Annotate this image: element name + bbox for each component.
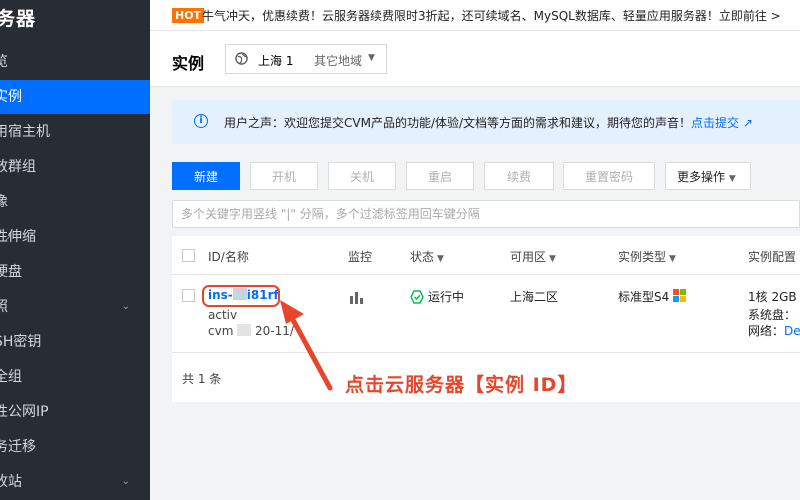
filter-icon[interactable]: ▼ — [669, 254, 676, 264]
sidebar-item-instances[interactable]: 实例 — [0, 80, 150, 114]
notice-message: 用户之声：欢迎您提交CVM产品的功能/体验/文档等方面的需求和建议，期待您的声音… — [224, 116, 692, 130]
network-label: 网络： — [748, 324, 785, 338]
sidebar-item-label: 性伸缩 — [0, 229, 36, 245]
config-cpu-mem: 1核 2GB — [748, 290, 797, 304]
more-actions-dropdown[interactable]: 更多操作 ▼ — [665, 162, 751, 190]
col-status[interactable]: 状态 ▼ — [410, 248, 444, 265]
page-title: 实例 — [172, 54, 205, 73]
sidebar-item-label: 照 — [0, 299, 8, 315]
col-zone-label: 可用区 — [510, 250, 547, 264]
type-text: 标准型S4 — [618, 290, 670, 304]
sidebar-item-placement-group[interactable]: 放群组 — [0, 150, 150, 184]
notice-text: 用户之声：欢迎您提交CVM产品的功能/体验/文档等方面的需求和建议，期待您的声音… — [224, 114, 753, 131]
config-network: 网络：De — [748, 322, 800, 339]
sidebar-item-label: 用宿主机 — [0, 124, 50, 140]
caret-down-icon: ▼ — [728, 174, 736, 184]
sidebar-item-label: 览 — [0, 54, 8, 70]
submit-feedback-label: 点击提交 — [691, 116, 740, 130]
instance-name-text: activ — [208, 308, 238, 322]
current-region: 上海 1 — [258, 54, 294, 68]
config-system-disk: 系统盘： — [748, 308, 797, 322]
reset-password-button[interactable]: 重置密码 — [563, 162, 655, 190]
select-all-checkbox[interactable] — [182, 249, 195, 262]
sidebar-item-label: 放群组 — [0, 159, 36, 175]
info-icon: i — [194, 114, 208, 128]
filter-icon[interactable]: ▼ — [549, 254, 556, 264]
col-monitor: 监控 — [348, 250, 373, 264]
instance-name2-prefix: cvm — [208, 324, 234, 338]
sidebar-item-label: 收站 — [0, 474, 22, 490]
caret-down-icon: ▼ — [368, 53, 375, 63]
other-region-dropdown[interactable]: 其它地域 — [314, 52, 362, 69]
monitor-chart-icon[interactable] — [350, 292, 364, 304]
region-selector[interactable]: 上海 1 其它地域 ▼ — [225, 44, 387, 74]
promo-link[interactable]: 牛气冲天，优惠续费！云服务器续费限时3折起，还可续域名、MySQL数据库、轻量应… — [202, 7, 781, 24]
sidebar: 务器 览 实例 用宿主机 放群组 像 性伸缩↗ 硬盘 照⌄ SH密钥 全组 性公… — [0, 0, 150, 500]
chevron-down-icon: ⌄ — [121, 301, 130, 312]
stop-button[interactable]: 关机 — [328, 162, 396, 190]
promo-banner: HOT 牛气冲天，优惠续费！云服务器续费限时3折起，还可续域名、MySQL数据库… — [150, 0, 800, 31]
windows-icon — [673, 289, 687, 302]
new-instance-button[interactable]: 新建 — [172, 162, 240, 190]
sidebar-item-recycle-bin[interactable]: 收站 ⌄ — [0, 465, 150, 499]
instance-id-highlight — [202, 285, 280, 307]
sidebar-item-cloud-disk[interactable]: 硬盘 — [0, 255, 150, 289]
start-button[interactable]: 开机 — [250, 162, 318, 190]
sidebar-item-ssh-keys[interactable]: SH密钥 — [0, 325, 150, 359]
sidebar-item-label: SH密钥 — [0, 334, 42, 350]
status-cell: 运行中 — [410, 288, 464, 305]
hot-badge: HOT — [172, 8, 205, 23]
col-status-label: 状态 — [410, 250, 435, 264]
search-input[interactable] — [173, 201, 789, 227]
sidebar-item-elastic-ip[interactable]: 性公网IP — [0, 395, 150, 429]
external-link-icon: ↗ — [742, 116, 753, 130]
zone-cell: 上海二区 — [510, 290, 559, 304]
globe-icon — [235, 52, 248, 65]
network-link[interactable]: De — [784, 324, 800, 338]
renew-button[interactable]: 续费 — [484, 162, 554, 190]
sidebar-item-label: 性公网IP — [0, 404, 49, 420]
sidebar-title: 务器 — [0, 8, 37, 30]
col-config: 实例配置 — [748, 250, 797, 264]
col-id-name: ID/名称 — [208, 250, 249, 264]
sidebar-item-label: 务迁移 — [0, 439, 36, 455]
row-checkbox[interactable] — [182, 289, 195, 302]
col-instance-type[interactable]: 实例类型 ▼ — [618, 248, 676, 265]
running-status-icon — [410, 290, 424, 304]
sidebar-item-images[interactable]: 像 — [0, 185, 150, 219]
col-zone[interactable]: 可用区 ▼ — [510, 248, 556, 265]
sidebar-item-migration[interactable]: 务迁移 — [0, 430, 150, 464]
annotation-arrow — [280, 300, 333, 391]
more-actions-label: 更多操作 — [677, 170, 726, 184]
status-text: 运行中 — [428, 290, 465, 304]
table-header: ID/名称 监控 状态 ▼ 可用区 ▼ 实例类型 ▼ 实例配置 — [172, 236, 800, 275]
sidebar-item-dedicated-host[interactable]: 用宿主机 — [0, 115, 150, 149]
search-box[interactable] — [172, 200, 800, 228]
sidebar-item-label: 全组 — [0, 369, 22, 385]
sidebar-item-label: 实例 — [0, 89, 22, 105]
sidebar-item-overview[interactable]: 览 — [0, 45, 150, 79]
page-header: 实例 上海 1 其它地域 ▼ — [150, 31, 800, 87]
total-count: 共 1 条 — [182, 372, 222, 386]
type-cell: 标准型S4 — [618, 288, 687, 305]
instance-name: activ — [208, 308, 237, 322]
filter-icon[interactable]: ▼ — [437, 254, 444, 264]
sidebar-item-security-group[interactable]: 全组 — [0, 360, 150, 394]
sidebar-item-label: 像 — [0, 194, 8, 210]
sidebar-item-label: 硬盘 — [0, 264, 22, 280]
chevron-down-icon: ⌄ — [121, 476, 130, 487]
submit-feedback-link[interactable]: 点击提交 ↗ — [691, 116, 753, 130]
sidebar-item-snapshot[interactable]: 照 ⌄ — [0, 290, 150, 324]
col-type-label: 实例类型 — [618, 250, 667, 264]
annotation-text: 点击云服务器【实例 ID】 — [345, 374, 578, 396]
sidebar-item-auto-scaling[interactable]: 性伸缩 ↗ — [0, 220, 150, 254]
feedback-notice: i 用户之声：欢迎您提交CVM产品的功能/体验/文档等方面的需求和建议，期待您的… — [172, 100, 800, 144]
redacted-mask — [237, 324, 252, 336]
restart-button[interactable]: 重启 — [406, 162, 474, 190]
